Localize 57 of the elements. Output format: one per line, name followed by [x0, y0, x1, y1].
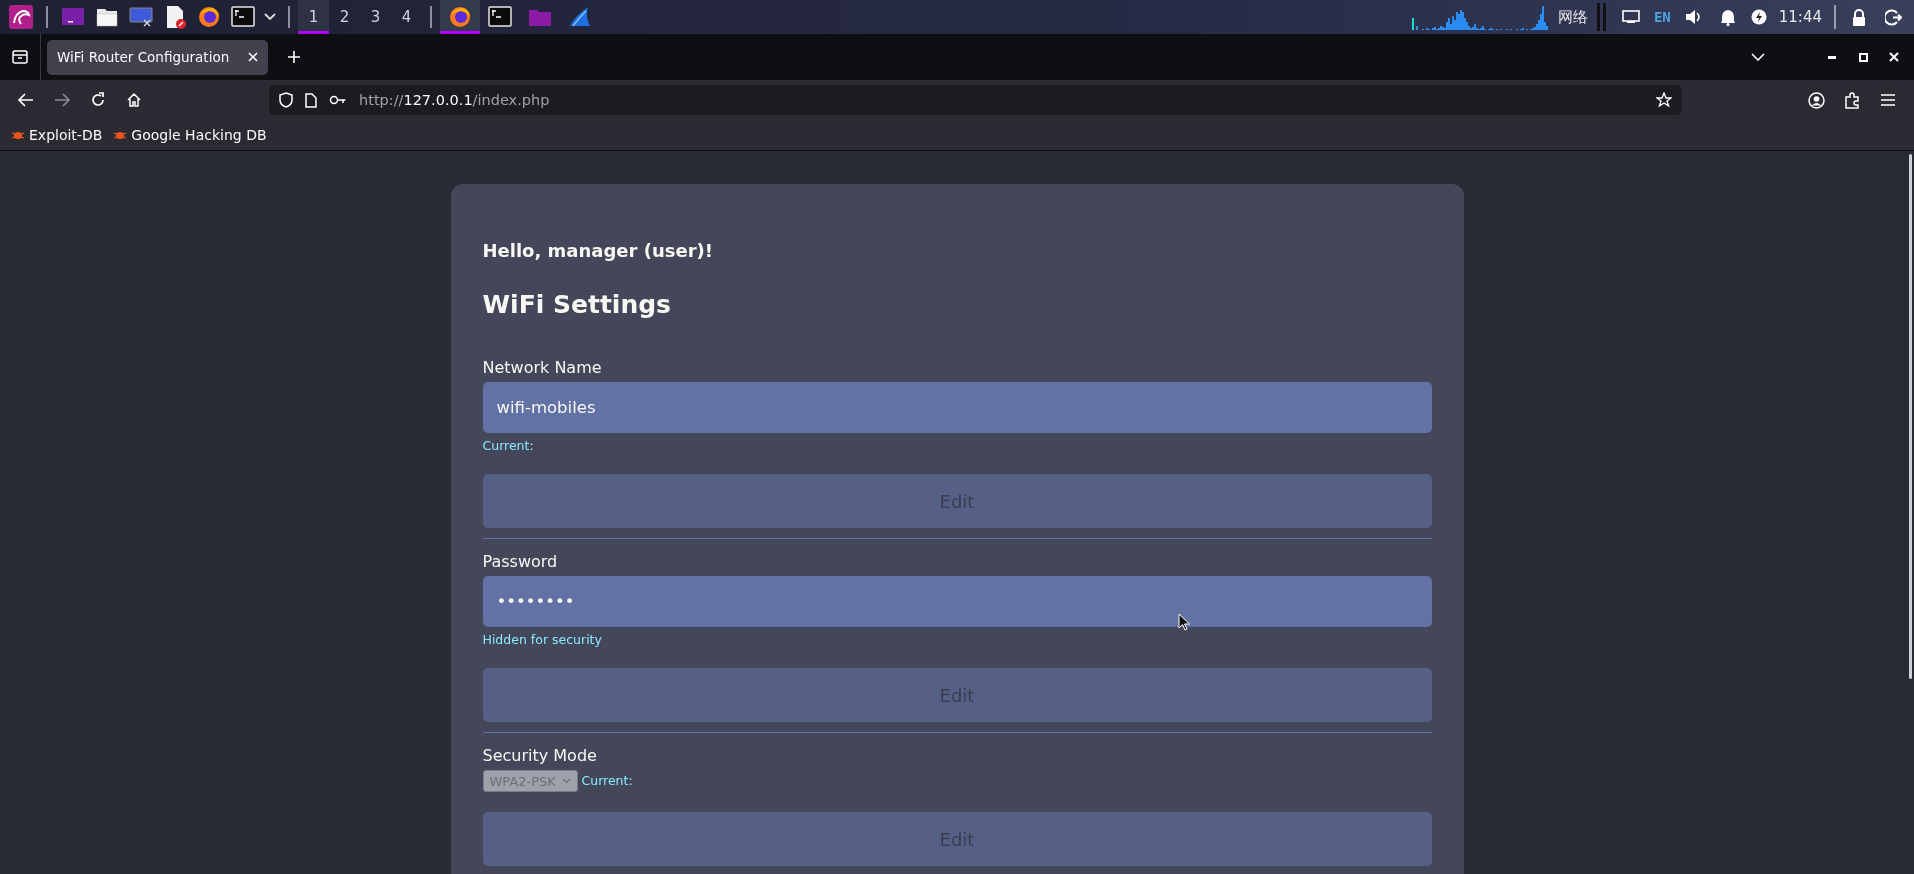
- field-hint: Current:: [581, 773, 633, 789]
- key-icon[interactable]: [329, 95, 347, 105]
- firefox-icon: [448, 5, 472, 29]
- sidebar-icon[interactable]: [12, 50, 28, 64]
- bookmark-link[interactable]: Google Hacking DB: [114, 127, 267, 143]
- account-icon[interactable]: [1807, 91, 1825, 109]
- plus-icon[interactable]: [287, 50, 301, 64]
- input-field[interactable]: ••••••••: [482, 576, 1432, 627]
- lock-icon[interactable]: [1852, 8, 1866, 26]
- workspace-button[interactable]: 4: [391, 0, 422, 34]
- monitor-icon[interactable]: [129, 5, 153, 29]
- bug-icon: [12, 130, 24, 140]
- firefox-icon[interactable]: [197, 5, 221, 29]
- chevron-down-icon[interactable]: [264, 13, 276, 21]
- display-icon[interactable]: [1621, 10, 1640, 24]
- maximize-icon[interactable]: [1858, 52, 1868, 62]
- volume-icon[interactable]: [1684, 9, 1703, 25]
- bug-icon: [114, 130, 127, 140]
- puzzle-piece-icon[interactable]: [1844, 91, 1860, 109]
- workspace-button[interactable]: 3: [360, 0, 391, 34]
- forward-arrow-icon[interactable]: [54, 93, 70, 107]
- page-heading: WiFi Settings: [482, 289, 672, 321]
- close-icon[interactable]: [248, 52, 258, 62]
- logout-icon[interactable]: [1884, 8, 1902, 26]
- back-arrow-icon[interactable]: [18, 93, 34, 107]
- reload-icon[interactable]: [90, 92, 106, 108]
- network-label[interactable]: 网络: [1551, 7, 1594, 27]
- close-icon[interactable]: [1889, 52, 1899, 62]
- clock[interactable]: 11:44: [1772, 8, 1828, 26]
- field-label: Password: [482, 552, 559, 572]
- home-icon[interactable]: [126, 92, 142, 108]
- bell-icon[interactable]: [1719, 8, 1736, 26]
- field-hint: Current:: [482, 438, 534, 454]
- field-label: Security Mode: [482, 746, 598, 766]
- shark-fin-icon: [568, 5, 592, 29]
- page-icon[interactable]: [305, 92, 317, 108]
- shield-icon[interactable]: [279, 92, 293, 108]
- minimize-icon[interactable]: [1828, 55, 1836, 59]
- taskbar-app-button[interactable]: [440, 0, 480, 34]
- greeting-text: Hello, manager (user)!: [482, 239, 714, 263]
- menu-icon[interactable]: [1881, 94, 1895, 106]
- terminal-icon: [488, 5, 512, 29]
- input-field[interactable]: wifi-mobiles: [482, 382, 1432, 433]
- scrollbar-thumb[interactable]: [1908, 154, 1912, 679]
- star-icon[interactable]: [1656, 92, 1672, 108]
- bookmark-link[interactable]: Exploit-DB: [12, 127, 103, 143]
- workspace-button[interactable]: 2: [329, 0, 360, 34]
- keyboard-layout-indicator[interactable]: EN: [1647, 9, 1677, 25]
- workspace-button[interactable]: 1: [298, 0, 329, 34]
- field-label: Network Name: [482, 358, 603, 378]
- address-bar[interactable]: http://127.0.0.1/index.php: [269, 85, 1682, 115]
- mouse-pointer-icon: [1178, 613, 1190, 631]
- field-hint: Hidden for security: [482, 632, 602, 648]
- terminal-icon[interactable]: [231, 5, 255, 29]
- browser-tab[interactable]: WiFi Router Configuration: [47, 39, 268, 75]
- power-bolt-icon[interactable]: [1750, 9, 1767, 25]
- chevron-down-icon: [561, 778, 571, 784]
